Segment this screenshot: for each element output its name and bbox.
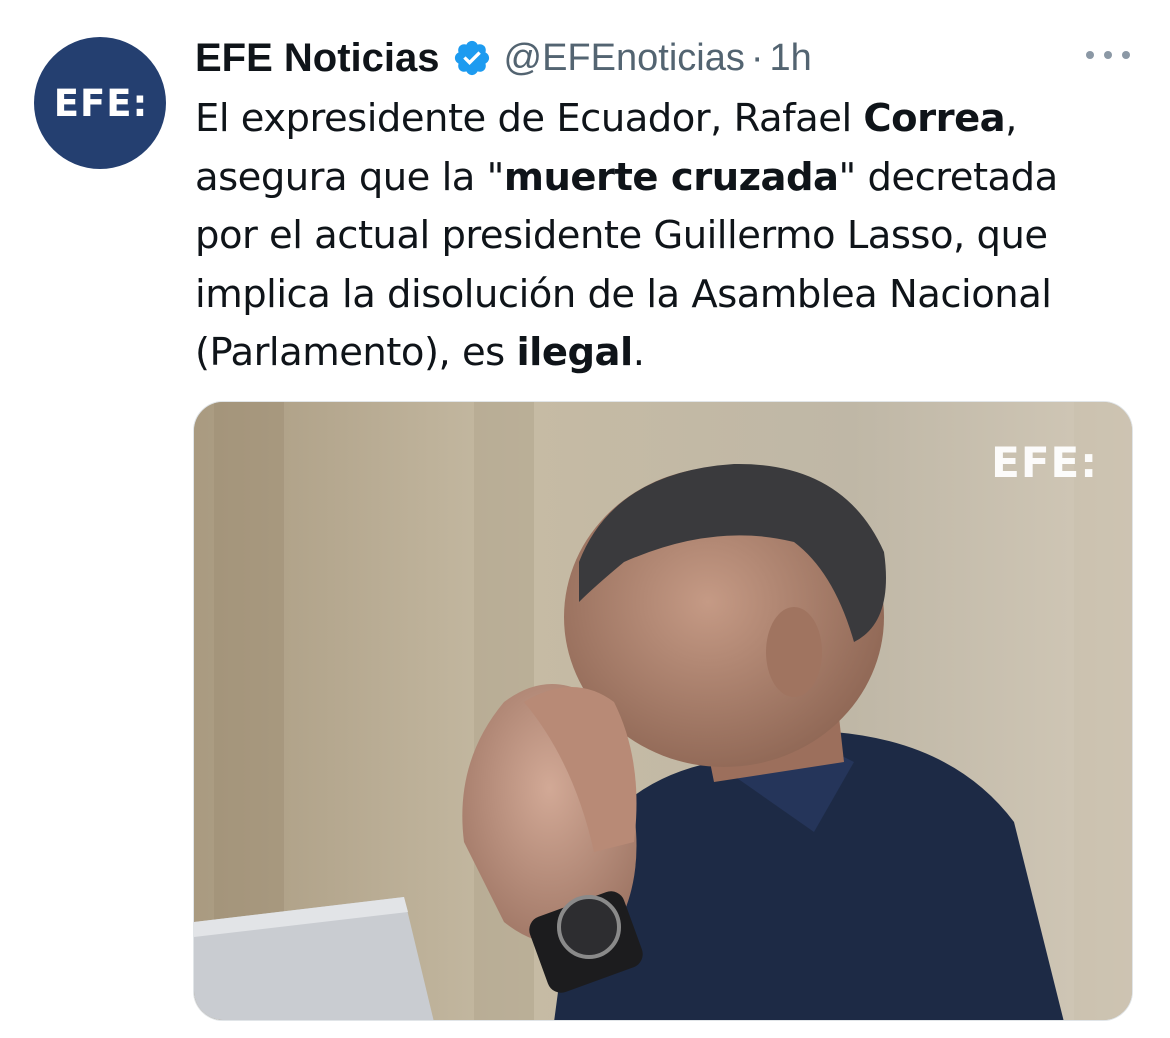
timestamp[interactable]: 1h bbox=[770, 37, 812, 80]
tweet-text-line: por el actual presidente Guillermo Lasso… bbox=[195, 207, 1130, 266]
tweet-text-run: implica la disolución de la Asamblea Nac… bbox=[195, 271, 1052, 317]
verified-badge-icon bbox=[452, 38, 492, 78]
tweet-text-run: asegura que la " bbox=[195, 154, 504, 200]
tweet-text-bold: Correa bbox=[863, 96, 1006, 141]
efe-logo-text: EFE: bbox=[53, 81, 149, 125]
tweet-text-bold: muerte cruzada bbox=[503, 154, 839, 200]
tweet-text-line: asegura que la "muerte cruzada" decretad… bbox=[195, 149, 1130, 208]
tweet-text-line: El expresidente de Ecuador, Rafael Corre… bbox=[195, 90, 1130, 149]
efe-watermark: EFE: bbox=[991, 438, 1098, 487]
more-dots-icon[interactable] bbox=[1086, 45, 1130, 65]
tweet-text-run: " decretada bbox=[838, 154, 1059, 200]
avatar[interactable]: EFE: bbox=[34, 37, 166, 169]
tweet-text-run: . bbox=[632, 330, 645, 375]
tweet-text-line: implica la disolución de la Asamblea Nac… bbox=[195, 266, 1130, 325]
tweet[interactable]: EFE: EFE Noticias @EFEnoticias · 1h El e… bbox=[0, 0, 1170, 1038]
tweet-media-photo[interactable]: EFE: bbox=[193, 401, 1133, 1021]
dot bbox=[1086, 51, 1094, 59]
display-name[interactable]: EFE Noticias bbox=[195, 36, 440, 81]
photo-illustration bbox=[194, 402, 1132, 1020]
separator-dot: · bbox=[750, 36, 764, 79]
tweet-text-line: (Parlamento), es ilegal. bbox=[195, 324, 1130, 383]
tweet-header: EFE Noticias @EFEnoticias · 1h bbox=[195, 30, 812, 86]
tweet-text-run: (Parlamento), es bbox=[195, 330, 517, 375]
dot bbox=[1104, 51, 1112, 59]
tweet-text-bold: ilegal bbox=[516, 330, 633, 375]
handle[interactable]: @EFEnoticias bbox=[504, 37, 745, 80]
dot bbox=[1122, 51, 1130, 59]
tweet-text: El expresidente de Ecuador, Rafael Corre… bbox=[195, 90, 1130, 383]
tweet-text-run: por el actual presidente Guillermo Lasso… bbox=[195, 213, 1048, 258]
tweet-text-run: , bbox=[1005, 96, 1017, 141]
tweet-text-run: El expresidente de Ecuador, Rafael bbox=[195, 96, 864, 141]
